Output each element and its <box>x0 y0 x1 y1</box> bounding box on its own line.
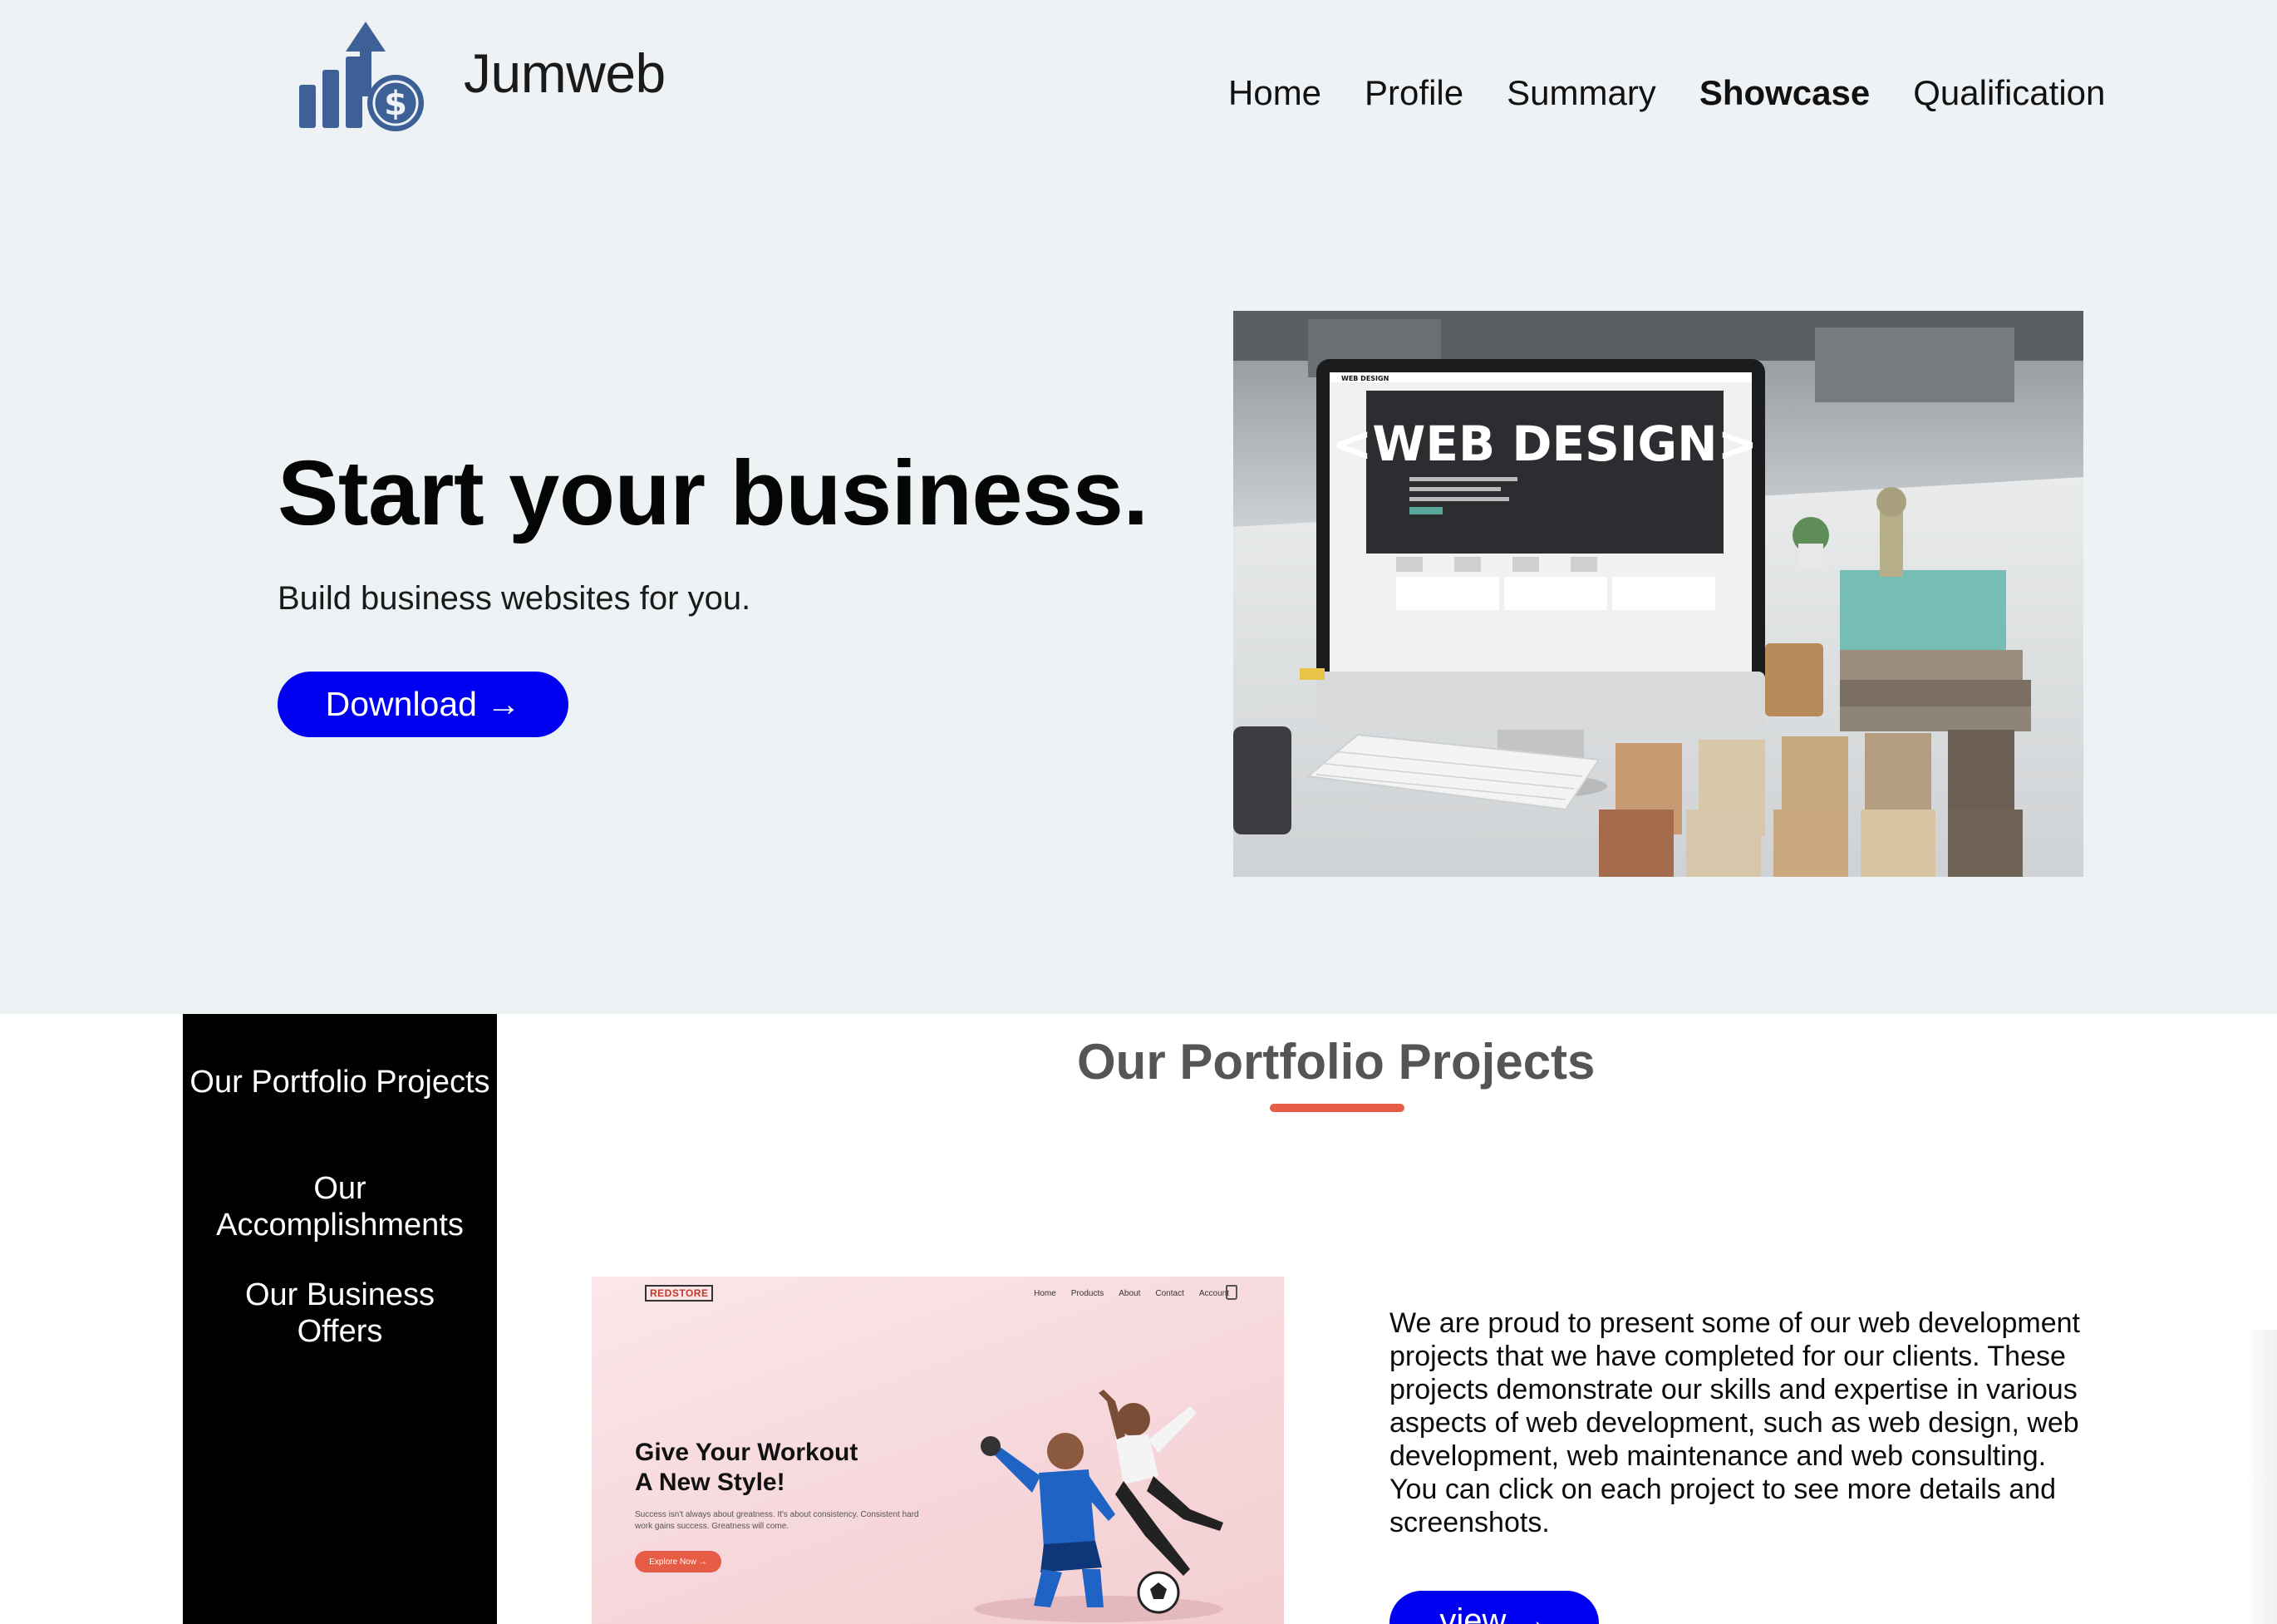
nav-showcase[interactable]: Showcase <box>1699 73 1870 113</box>
sidebar-item-offers[interactable]: Our Business Offers <box>183 1277 497 1350</box>
nav-profile[interactable]: Profile <box>1365 73 1463 113</box>
hero-title: Start your business. <box>278 442 1148 544</box>
screen-heading-text: <WEB DESIGN> <box>1332 416 1758 472</box>
view-button[interactable]: view → <box>1389 1591 1599 1624</box>
project-heading: Give Your Workout A New Style! <box>635 1439 858 1496</box>
svg-text:$: $ <box>384 85 407 123</box>
project-screenshot[interactable]: REDSTORE Home Products About Contact Acc… <box>592 1277 1284 1624</box>
sidebar-item-accomplishments[interactable]: Our Accomplishments <box>183 1170 497 1243</box>
brand-name[interactable]: Jumweb <box>464 42 666 105</box>
hero-subtitle: Build business websites for you. <box>278 580 751 617</box>
section-title: Our Portfolio Projects <box>1077 1034 1596 1090</box>
nav-qualification[interactable]: Qualification <box>1913 73 2105 113</box>
football-players-image <box>974 1390 1223 1622</box>
nav-summary[interactable]: Summary <box>1507 73 1656 113</box>
download-button[interactable]: Download → <box>278 672 568 737</box>
project-logo: REDSTORE <box>645 1285 714 1302</box>
main-nav: Home Profile Summary Showcase Qualificat… <box>1228 73 2105 113</box>
sidebar: Our Portfolio Projects Our Accomplishmen… <box>183 1014 497 1624</box>
project-copy: Success isn't always about greatness. It… <box>635 1510 919 1531</box>
brand-logo[interactable]: $ <box>293 18 434 135</box>
portfolio-description: We are proud to present some of our web … <box>1389 1307 2080 1538</box>
nav-home[interactable]: Home <box>1228 73 1321 113</box>
scroll-edge-shadow <box>2244 1330 2277 1624</box>
screen-brand-text: WEB DESIGN <box>1341 375 1389 382</box>
growth-chart-dollar-icon: $ <box>299 22 424 131</box>
project-explore-button: Explore Now → <box>635 1551 721 1572</box>
sidebar-item-portfolio[interactable]: Our Portfolio Projects <box>183 1064 497 1100</box>
title-underline <box>1270 1104 1404 1112</box>
hero-image: WEB DESIGN <WEB DESIGN> <box>1233 311 2083 877</box>
